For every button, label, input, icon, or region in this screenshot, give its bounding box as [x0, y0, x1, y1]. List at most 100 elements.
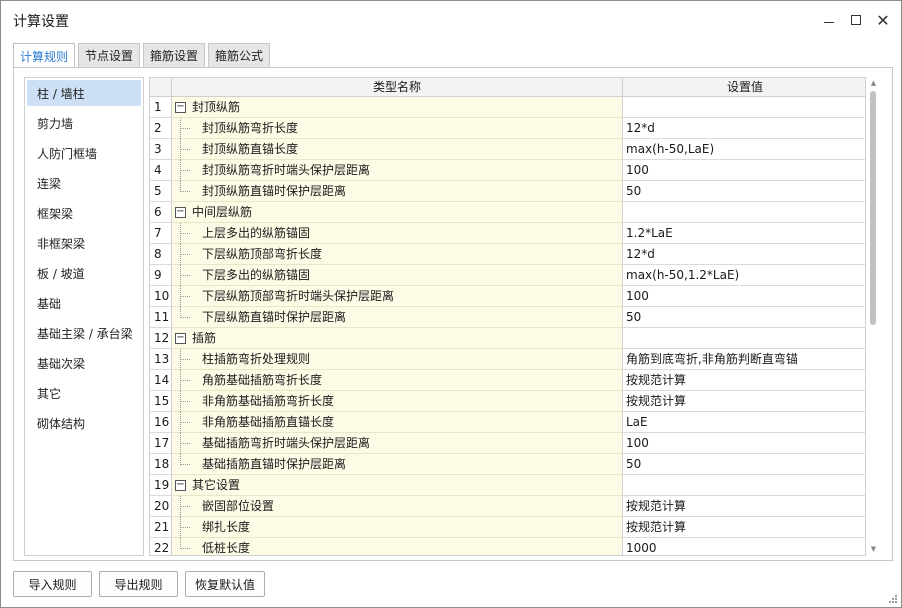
sidebar-item[interactable]: 基础次梁	[27, 350, 141, 376]
setting-value-cell[interactable]: 100	[623, 433, 865, 454]
sidebar-item[interactable]: 非框架梁	[27, 230, 141, 256]
collapse-toggle-icon[interactable]: −	[175, 102, 186, 113]
setting-label: 下层纵筋顶部弯折长度	[202, 247, 323, 261]
setting-value-cell[interactable]: 1.2*LaE	[623, 223, 865, 244]
type-name-cell: 封顶纵筋直锚时保护层距离	[172, 181, 623, 202]
table-row[interactable]: 4 封顶纵筋弯折时端头保护层距离 100	[150, 160, 865, 181]
tab-calc-rules[interactable]: 计算规则	[13, 43, 76, 68]
row-number: 12	[150, 328, 172, 349]
row-number: 1	[150, 97, 172, 118]
table-row[interactable]: 2 封顶纵筋弯折长度 12*d	[150, 118, 865, 139]
table-row[interactable]: 3 封顶纵筋直锚长度 max(h-50,LaE)	[150, 139, 865, 160]
setting-value-cell[interactable]: 角筋到底弯折,非角筋判断直弯锚	[623, 349, 865, 370]
sidebar-item[interactable]: 连梁	[27, 170, 141, 196]
table-row[interactable]: 17 基础插筋弯折时端头保护层距离 100	[150, 433, 865, 454]
group-label: 其它设置	[192, 478, 241, 492]
close-button[interactable]: ✕	[871, 9, 895, 31]
table-row[interactable]: 21 绑扎长度 按规范计算	[150, 517, 865, 538]
header-type-name: 类型名称	[172, 78, 623, 97]
table-row[interactable]: 20 嵌固部位设置 按规范计算	[150, 496, 865, 517]
setting-label: 基础插筋弯折时端头保护层距离	[202, 436, 371, 450]
setting-value-cell[interactable]: 50	[623, 454, 865, 475]
sidebar-item[interactable]: 基础	[27, 290, 141, 316]
settings-grid: 类型名称 设置值 1− 封顶纵筋 2 封顶纵筋弯折长度 12*d 3 封顶纵筋直锚长度 max…	[149, 77, 866, 556]
collapse-toggle-icon[interactable]: −	[175, 333, 186, 344]
type-name-cell: 下层纵筋直锚时保护层距离	[172, 307, 623, 328]
sidebar-item[interactable]: 柱 / 墙柱	[27, 80, 141, 106]
table-row[interactable]: 5 封顶纵筋直锚时保护层距离 50	[150, 181, 865, 202]
row-number: 5	[150, 181, 172, 202]
type-name-cell: 非角筋基础插筋直锚长度	[172, 412, 623, 433]
table-row[interactable]: 15 非角筋基础插筋弯折长度 按规范计算	[150, 391, 865, 412]
setting-value-cell[interactable]: LaE	[623, 412, 865, 433]
setting-value-cell[interactable]: 100	[623, 160, 865, 181]
table-row[interactable]: 7 上层多出的纵筋锚固 1.2*LaE	[150, 223, 865, 244]
group-row[interactable]: 6− 中间层纵筋	[150, 202, 865, 223]
minimize-button[interactable]	[817, 9, 841, 31]
sidebar-item[interactable]: 剪力墙	[27, 110, 141, 136]
table-row[interactable]: 8 下层纵筋顶部弯折长度 12*d	[150, 244, 865, 265]
table-row[interactable]: 9 下层多出的纵筋锚固 max(h-50,1.2*LaE)	[150, 265, 865, 286]
setting-value-cell[interactable]: 按规范计算	[623, 517, 865, 538]
row-number: 16	[150, 412, 172, 433]
type-name-cell: 上层多出的纵筋锚固	[172, 223, 623, 244]
sidebar-item[interactable]: 人防门框墙	[27, 140, 141, 166]
table-row[interactable]: 10 下层纵筋顶部弯折时端头保护层距离 100	[150, 286, 865, 307]
row-number: 7	[150, 223, 172, 244]
sidebar-item[interactable]: 框架梁	[27, 200, 141, 226]
sidebar-item[interactable]: 砌体结构	[27, 410, 141, 436]
group-row[interactable]: 12− 插筋	[150, 328, 865, 349]
group-label: 插筋	[192, 331, 217, 345]
setting-value-cell[interactable]: 1000	[623, 538, 865, 555]
resize-grip-icon[interactable]	[888, 594, 898, 604]
scroll-down-icon[interactable]: ▼	[869, 545, 878, 554]
table-row[interactable]: 14 角筋基础插筋弯折长度 按规范计算	[150, 370, 865, 391]
table-row[interactable]: 22 低桩长度 1000	[150, 538, 865, 555]
table-row[interactable]: 11 下层纵筋直锚时保护层距离 50	[150, 307, 865, 328]
tree-branch	[180, 548, 190, 549]
setting-value-cell[interactable]: 按规范计算	[623, 496, 865, 517]
setting-label: 上层多出的纵筋锚固	[202, 226, 311, 240]
maximize-button[interactable]	[844, 9, 868, 31]
setting-value-cell[interactable]: max(h-50,1.2*LaE)	[623, 265, 865, 286]
setting-value-cell[interactable]: 按规范计算	[623, 370, 865, 391]
tab-stirrup-settings[interactable]: 箍筋设置	[143, 43, 206, 67]
tab-node-settings[interactable]: 节点设置	[78, 43, 141, 67]
table-row[interactable]: 13 柱插筋弯折处理规则 角筋到底弯折,非角筋判断直弯锚	[150, 349, 865, 370]
tab-panel: 柱 / 墙柱 剪力墙人防门框墙连梁框架梁非框架梁板 / 坡道 基础基础主梁 / 承台…	[13, 67, 893, 561]
type-name-cell: − 中间层纵筋	[172, 202, 623, 223]
group-row[interactable]: 19− 其它设置	[150, 475, 865, 496]
row-number: 4	[150, 160, 172, 181]
scroll-thumb[interactable]	[870, 91, 876, 325]
setting-value-cell[interactable]: 100	[623, 286, 865, 307]
collapse-toggle-icon[interactable]: −	[175, 480, 186, 491]
export-rules-button[interactable]: 导出规则	[99, 571, 178, 597]
setting-value-cell[interactable]: 按规范计算	[623, 391, 865, 412]
restore-defaults-button[interactable]: 恢复默认值	[185, 571, 265, 597]
table-row[interactable]: 18 基础插筋直锚时保护层距离 50	[150, 454, 865, 475]
window-title: 计算设置	[13, 14, 69, 30]
setting-value-cell[interactable]: 12*d	[623, 244, 865, 265]
component-type-list: 柱 / 墙柱 剪力墙人防门框墙连梁框架梁非框架梁板 / 坡道 基础基础主梁 / 承台…	[24, 77, 144, 556]
sidebar-item[interactable]: 基础主梁 / 承台梁	[27, 320, 141, 346]
setting-label: 嵌固部位设置	[202, 499, 275, 513]
sidebar-item[interactable]: 其它	[27, 380, 141, 406]
sidebar-item[interactable]: 板 / 坡道	[27, 260, 141, 286]
type-name-cell: 封顶纵筋弯折长度	[172, 118, 623, 139]
vertical-scrollbar[interactable]: ▲ ▼	[866, 77, 881, 556]
collapse-toggle-icon[interactable]: −	[175, 207, 186, 218]
setting-value-cell[interactable]: max(h-50,LaE)	[623, 139, 865, 160]
setting-value-cell	[623, 97, 865, 118]
group-row[interactable]: 1− 封顶纵筋	[150, 97, 865, 118]
setting-label: 角筋基础插筋弯折长度	[202, 373, 323, 387]
import-rules-button[interactable]: 导入规则	[13, 571, 92, 597]
setting-value-cell[interactable]: 50	[623, 307, 865, 328]
tree-branch	[180, 317, 190, 318]
setting-label: 封顶纵筋弯折时端头保护层距离	[202, 163, 371, 177]
table-row[interactable]: 16 非角筋基础插筋直锚长度 LaE	[150, 412, 865, 433]
setting-value-cell[interactable]: 12*d	[623, 118, 865, 139]
row-number: 8	[150, 244, 172, 265]
tab-stirrup-formula[interactable]: 箍筋公式	[208, 43, 271, 67]
setting-value-cell[interactable]: 50	[623, 181, 865, 202]
scroll-up-icon[interactable]: ▲	[869, 79, 878, 88]
